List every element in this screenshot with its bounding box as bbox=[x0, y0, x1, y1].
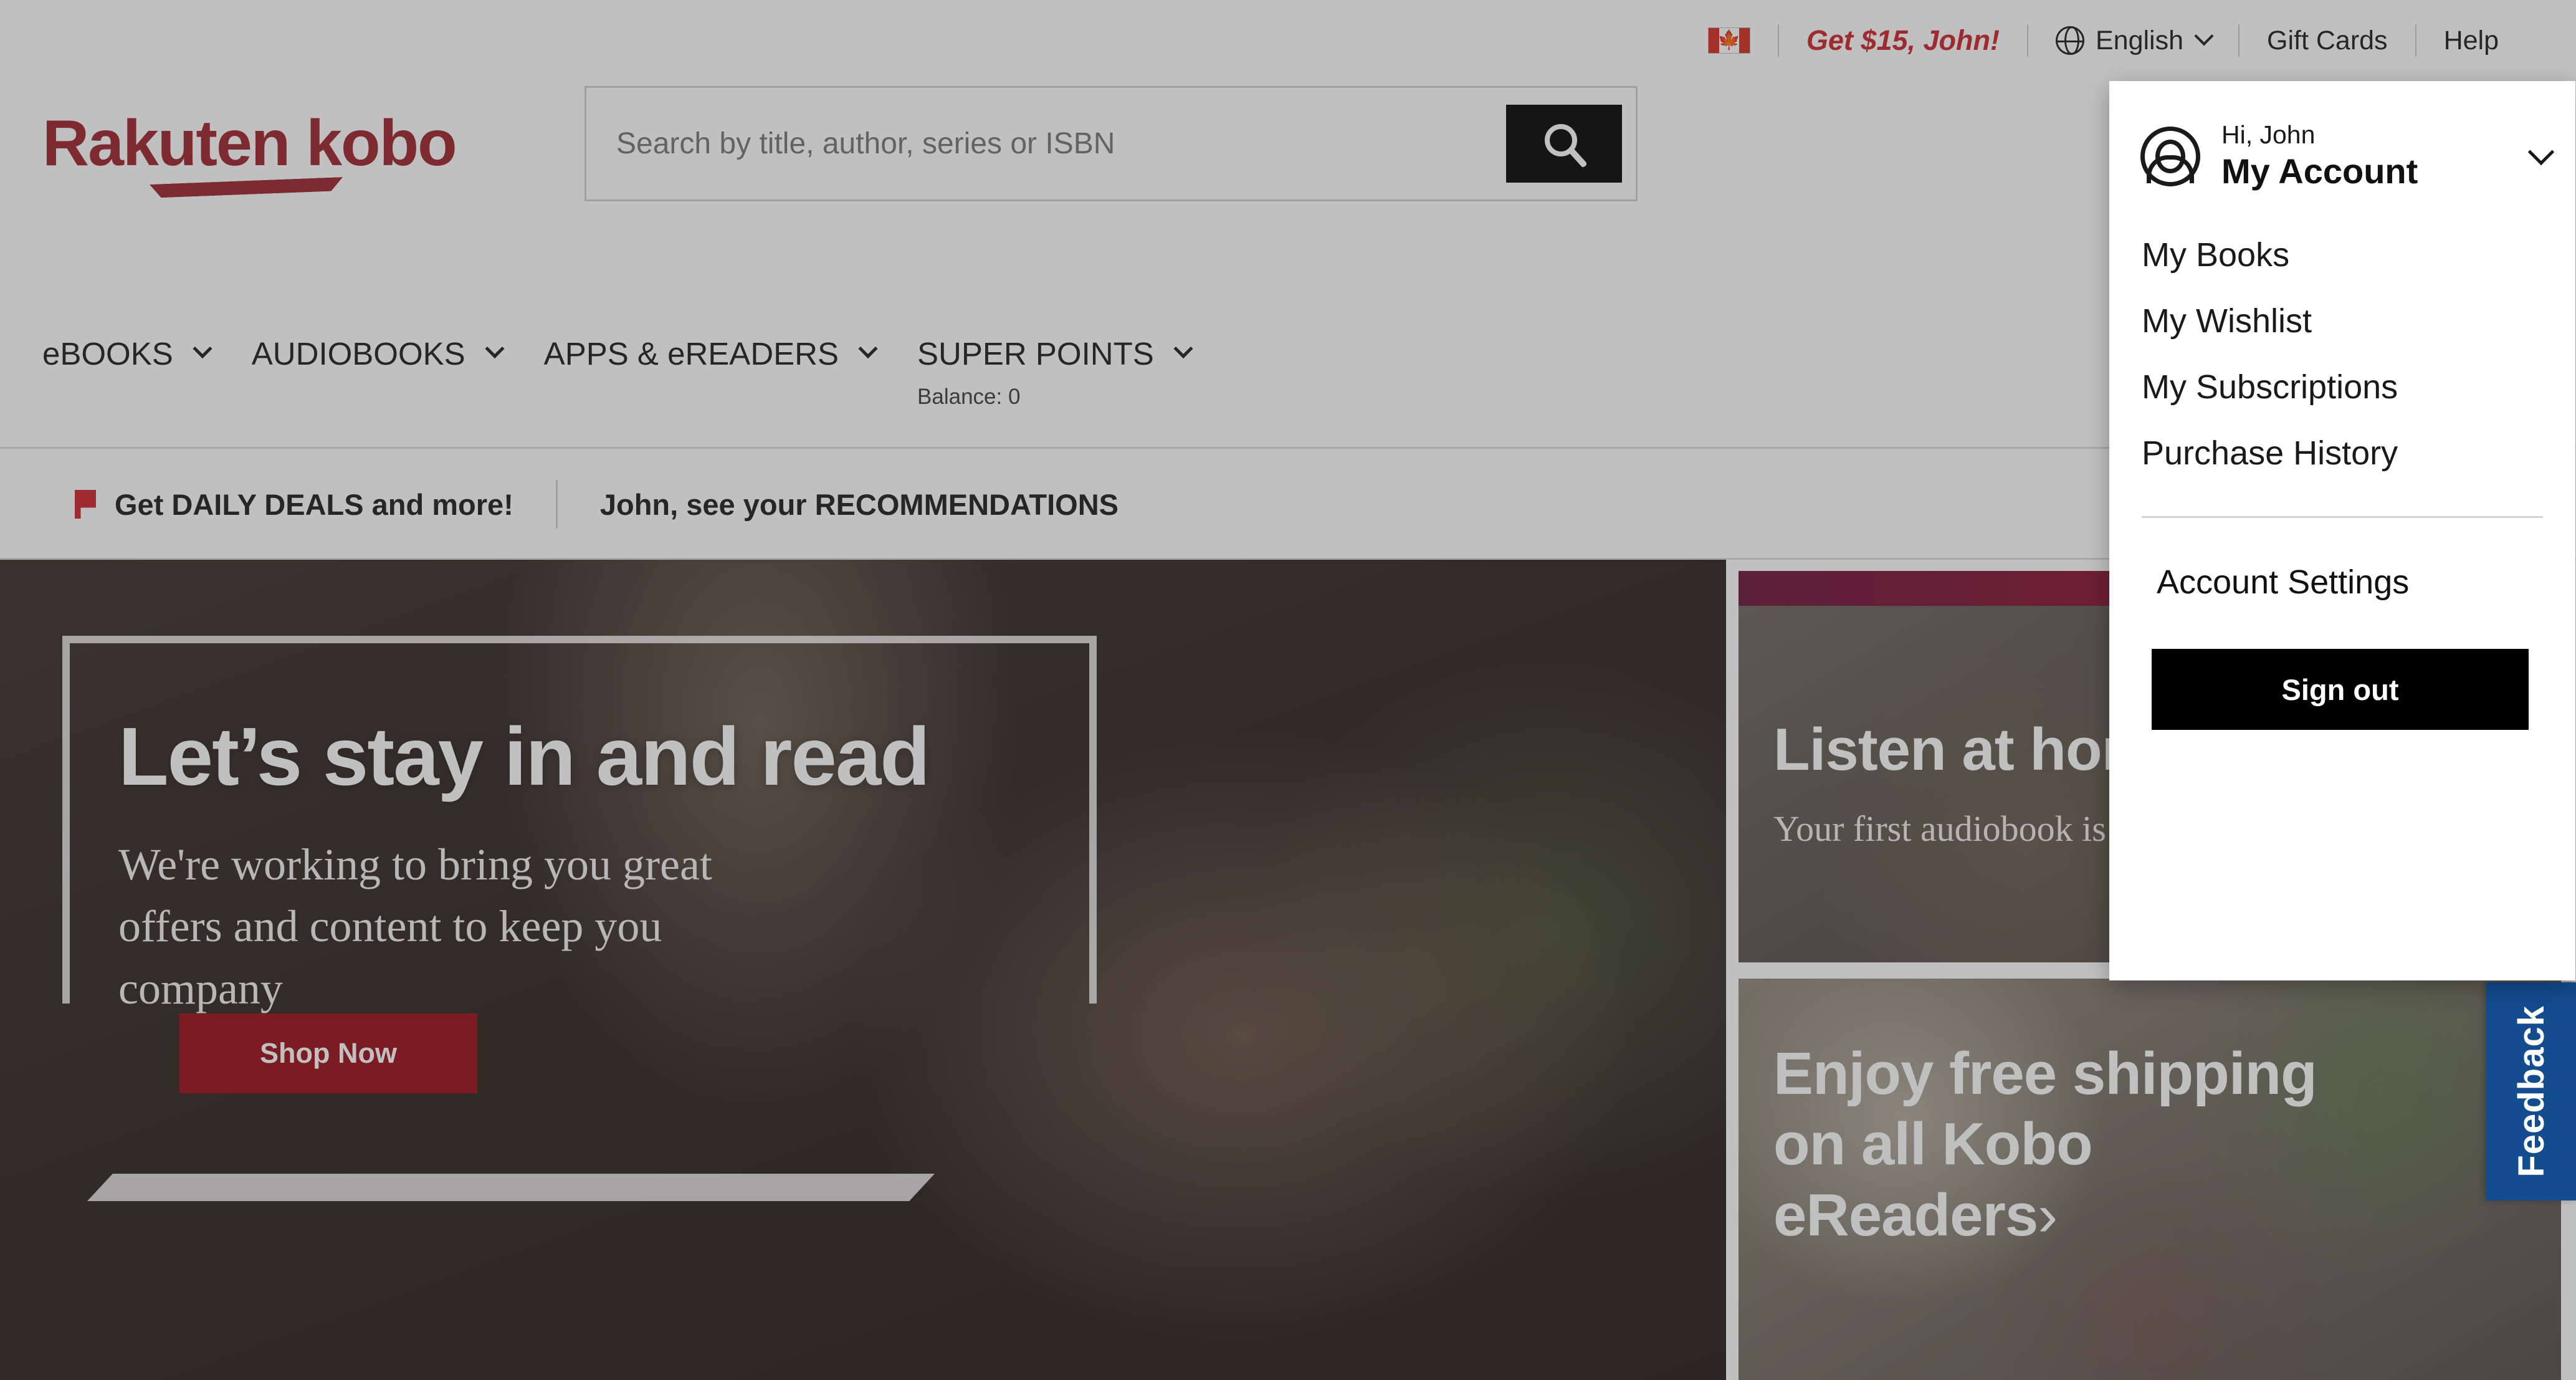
shop-now-button[interactable]: Shop Now bbox=[179, 1013, 477, 1093]
recommendations-label: John, see your RECOMMENDATIONS bbox=[599, 487, 1119, 521]
menu-item-my-wishlist[interactable]: My Wishlist bbox=[2142, 288, 2575, 354]
account-title: My Account bbox=[2221, 151, 2418, 191]
menu-item-account-settings[interactable]: Account Settings bbox=[2140, 544, 2480, 620]
help-link[interactable]: Help bbox=[2416, 26, 2526, 56]
utility-bar: 🍁 Get $15, John! English Gift Cards Help bbox=[0, 0, 2576, 81]
menu-item-my-subscriptions[interactable]: My Subscriptions bbox=[2142, 354, 2575, 420]
chevron-down-icon bbox=[193, 338, 212, 358]
chevron-down-icon bbox=[858, 338, 878, 358]
nav-item-super-points[interactable]: SUPER POINTS Balance: 0 bbox=[917, 335, 1193, 410]
flag-pennant-icon bbox=[75, 490, 96, 519]
logo-wordmark: Rakuten kobo bbox=[42, 107, 457, 180]
chevron-down-icon[interactable] bbox=[2527, 138, 2555, 166]
hero-subtitle: We're working to bring you great offers … bbox=[118, 840, 712, 1013]
search-submit-button[interactable] bbox=[1506, 104, 1622, 183]
search-icon bbox=[1545, 124, 1577, 156]
shipping-promo-card[interactable]: Enjoy free shipping on all Kobo eReaders… bbox=[1739, 979, 2561, 1380]
account-greeting: Hi, John bbox=[2221, 120, 2316, 150]
shipping-card-title: Enjoy free shipping on all Kobo eReaders… bbox=[1773, 1038, 2334, 1250]
account-menu-list: My Books My Wishlist My Subscriptions Pu… bbox=[2109, 199, 2575, 486]
globe-icon bbox=[2055, 26, 2084, 55]
gift-cards-label: Gift Cards bbox=[2267, 25, 2388, 55]
page-root: 🍁 Get $15, John! English Gift Cards Help… bbox=[0, 0, 2576, 1380]
canada-flag-icon: 🍁 bbox=[1707, 27, 1750, 54]
help-label: Help bbox=[2443, 25, 2499, 55]
search-input[interactable] bbox=[586, 126, 1506, 161]
nav-label: SUPER POINTS bbox=[917, 336, 1154, 371]
daily-deals-link[interactable]: Get DAILY DEALS and more! bbox=[75, 487, 513, 522]
chevron-down-icon bbox=[1173, 338, 1193, 358]
chevron-down-icon bbox=[2194, 26, 2214, 46]
nav-item-audiobooks[interactable]: AUDIOBOOKS bbox=[251, 335, 505, 372]
recommendations-link[interactable]: John, see your RECOMMENDATIONS bbox=[600, 487, 1119, 522]
account-dropdown-panel: Hi, John My Account My Books My Wishlist… bbox=[2109, 81, 2575, 980]
nav-item-ebooks[interactable]: eBOOKS bbox=[42, 335, 212, 372]
super-points-balance: Balance: 0 bbox=[917, 385, 1021, 409]
hero-title: Let’s stay in and read bbox=[118, 711, 930, 802]
country-flag-button[interactable]: 🍁 bbox=[1681, 27, 1778, 54]
promo-offer-link[interactable]: Get $15, John! bbox=[1779, 24, 2027, 57]
account-settings-label: Account Settings bbox=[2157, 563, 2410, 601]
daily-deals-label: Get DAILY DEALS and more! bbox=[115, 487, 513, 521]
language-selector[interactable]: English bbox=[2028, 26, 2238, 56]
site-logo[interactable]: Rakuten kobo bbox=[42, 111, 472, 176]
nav-label: eBOOKS bbox=[42, 336, 173, 371]
search-bar bbox=[584, 85, 1638, 201]
hero-banner[interactable]: Let’s stay in and read We're working to … bbox=[0, 560, 1726, 1380]
promo-offer-label: Get $15, John! bbox=[1806, 24, 2000, 56]
menu-item-purchase-history[interactable]: Purchase History bbox=[2142, 420, 2575, 486]
sign-out-button[interactable]: Sign out bbox=[2152, 649, 2529, 730]
avatar-icon bbox=[2140, 127, 2200, 186]
chevron-down-icon bbox=[485, 338, 505, 358]
logo-swoosh-icon bbox=[150, 177, 343, 198]
feedback-tab-button[interactable]: Feedback bbox=[2486, 982, 2576, 1200]
nav-item-apps-ereaders[interactable]: APPS & eREADERS bbox=[543, 335, 878, 372]
feedback-label: Feedback bbox=[2511, 1005, 2552, 1177]
nav-label: APPS & eREADERS bbox=[543, 336, 839, 371]
hero-decorative-frame-bottom bbox=[87, 1174, 935, 1201]
menu-divider bbox=[2142, 516, 2543, 518]
account-name-block: Hi, John My Account bbox=[2221, 121, 2532, 191]
deals-divider bbox=[555, 480, 558, 529]
nav-label: AUDIOBOOKS bbox=[251, 336, 465, 371]
gift-cards-link[interactable]: Gift Cards bbox=[2240, 26, 2415, 56]
language-label: English bbox=[2095, 25, 2184, 55]
chevron-right-icon: › bbox=[2038, 1181, 2058, 1248]
account-dropdown-header[interactable]: Hi, John My Account bbox=[2109, 81, 2575, 199]
menu-item-my-books[interactable]: My Books bbox=[2142, 222, 2575, 288]
